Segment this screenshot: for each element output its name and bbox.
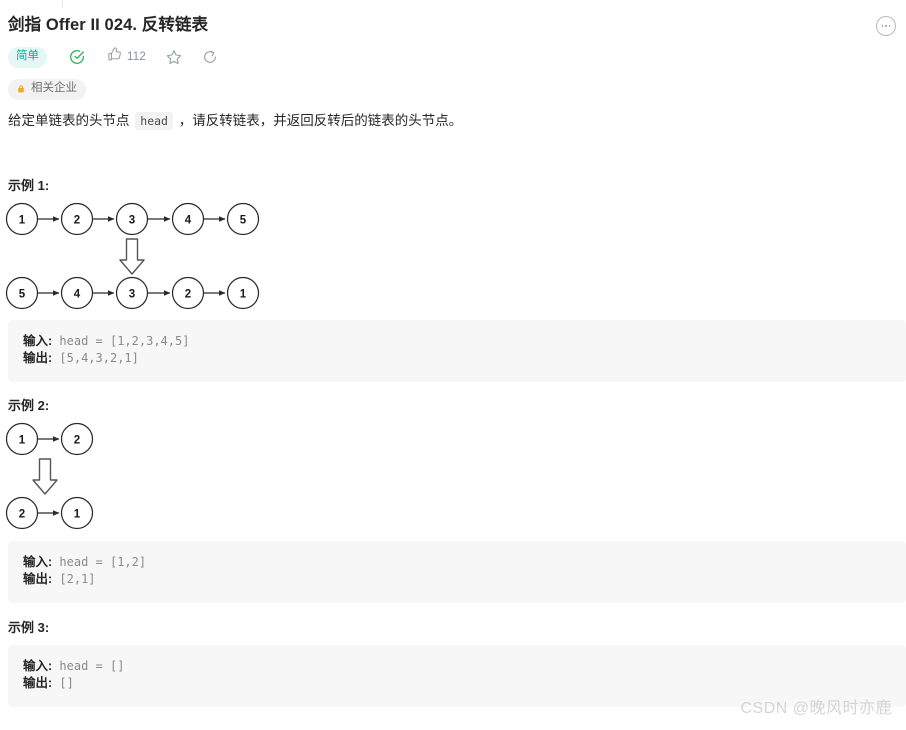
example-2-input-value: head = [1,2] [52, 555, 147, 569]
example-2-heading: 示例 2: [8, 398, 50, 413]
example-1-output-line: 输出: [5,4,3,2,1] [23, 350, 906, 367]
example-2-code-block: 输入: head = [1,2] 输出: [2,1] [8, 541, 906, 603]
title-row: 剑指 Offer II 024. 反转链表 [8, 14, 898, 36]
example-2-output-line: 输出: [2,1] [23, 571, 906, 588]
description-text-after: ，请反转链表，并返回反转后的链表的头节点。 [174, 113, 463, 128]
example-1-heading: 示例 1: [8, 178, 50, 193]
more-options-icon[interactable] [876, 16, 896, 36]
company-row: 相关企业 [8, 79, 86, 100]
svg-text:4: 4 [185, 215, 192, 227]
example-3-output-value: [] [52, 675, 74, 690]
svg-text:3: 3 [129, 215, 135, 227]
example-2-output-value: [2,1] [52, 571, 96, 586]
meta-row: 简单 112 [8, 47, 218, 68]
example-1-output-label: 输出: [23, 350, 53, 365]
example-1-diagram: 1 2 3 4 5 5 4 3 2 1 [4, 198, 280, 310]
watermark: CSDN @晚风时亦鹿 [740, 700, 892, 717]
example-3-output-line: 输出: [] [23, 675, 906, 692]
problem-description: 给定单链表的头节点 head ，请反转链表，并返回反转后的链表的头节点。 [8, 110, 896, 132]
status-badge-difficulty[interactable]: 简单 [8, 47, 47, 68]
related-companies-tag[interactable]: 相关企业 [8, 79, 86, 100]
example-3-heading: 示例 3: [8, 620, 50, 635]
star-icon[interactable] [166, 49, 182, 65]
svg-text:1: 1 [19, 435, 26, 447]
related-companies-label: 相关企业 [31, 82, 77, 94]
svg-text:1: 1 [74, 509, 81, 521]
example-3-input-line: 输入: head = [] [23, 658, 906, 675]
svg-text:1: 1 [19, 215, 26, 227]
lock-icon [16, 84, 26, 94]
svg-text:3: 3 [129, 289, 135, 301]
svg-text:2: 2 [74, 435, 80, 447]
example-1-output-value: [5,4,3,2,1] [52, 350, 139, 365]
example-1-code-block: 输入: head = [1,2,3,4,5] 输出: [5,4,3,2,1] [8, 320, 906, 382]
example-2-diagram: 1 2 2 1 [4, 418, 124, 530]
example-2-input-line: 输入: head = [1,2] [23, 554, 906, 571]
example-2-output-label: 输出: [23, 571, 53, 586]
share-icon[interactable] [202, 49, 218, 65]
inline-code-head: head [135, 112, 173, 130]
example-1-input-line: 输入: head = [1,2,3,4,5] [23, 333, 906, 350]
thumbs-up-icon[interactable] [107, 47, 122, 67]
like-count: 112 [127, 51, 146, 64]
svg-text:5: 5 [19, 289, 26, 301]
svg-text:4: 4 [74, 289, 81, 301]
description-text-before: 给定单链表的头节点 [8, 113, 134, 128]
svg-text:2: 2 [19, 509, 25, 521]
example-3-input-value: head = [] [52, 659, 125, 673]
more-dots [881, 25, 891, 27]
example-1-input-label: 输入: [23, 334, 53, 348]
example-3-input-label: 输入: [23, 659, 53, 673]
check-circle-icon[interactable] [69, 49, 85, 65]
example-1-input-value: head = [1,2,3,4,5] [52, 334, 190, 348]
svg-text:5: 5 [240, 215, 247, 227]
problem-page: 剑指 Offer II 024. 反转链表 简单 112 相关企业 给定单链表的… [0, 0, 906, 730]
example-3-output-label: 输出: [23, 675, 53, 690]
svg-text:2: 2 [74, 215, 80, 227]
example-2-input-label: 输入: [23, 555, 53, 569]
like-group[interactable]: 112 [107, 47, 146, 67]
svg-text:2: 2 [185, 289, 191, 301]
page-title: 剑指 Offer II 024. 反转链表 [8, 16, 209, 34]
svg-text:1: 1 [240, 289, 247, 301]
